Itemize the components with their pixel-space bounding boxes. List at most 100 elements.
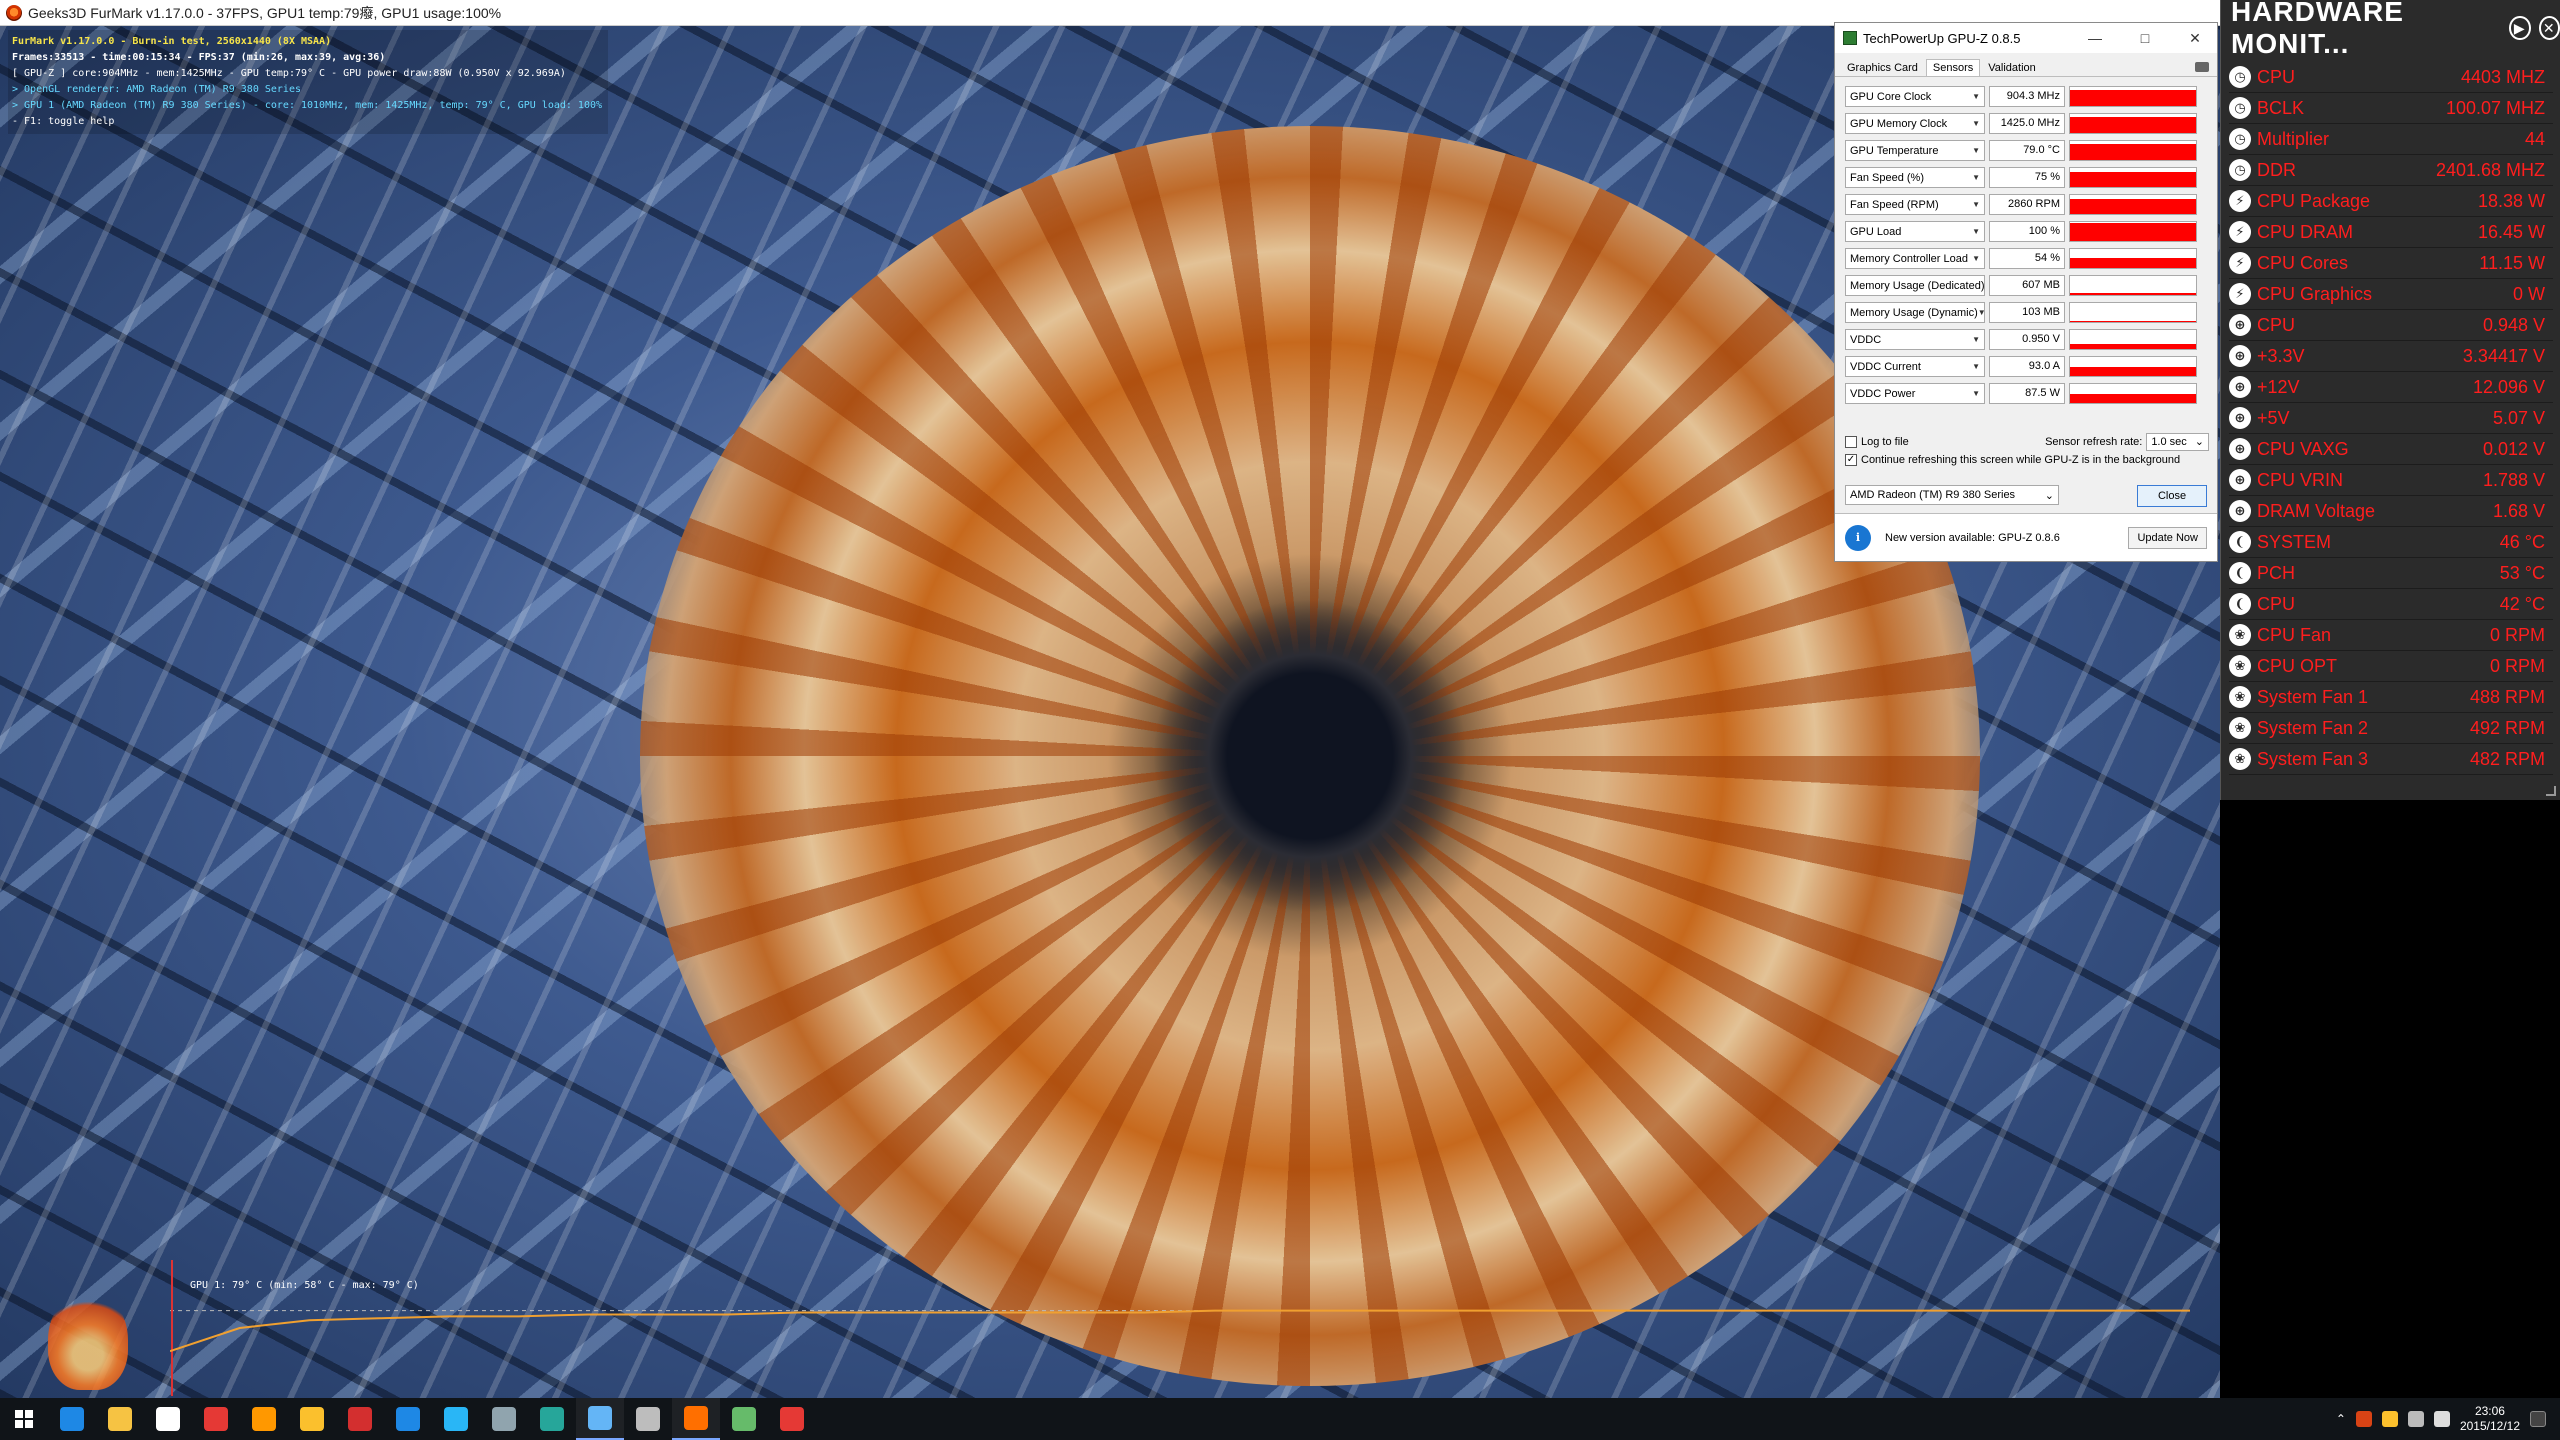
clock-icon: ◷ <box>2229 128 2251 150</box>
sensor-name-select[interactable]: Memory Usage (Dedicated)▼ <box>1845 275 1985 296</box>
reading-label: CPU Graphics <box>2257 283 2373 304</box>
gpuz-titlebar[interactable]: TechPowerUp GPU-Z 0.8.5 — □ ✕ <box>1835 23 2217 53</box>
taskbar-app-circle-red[interactable] <box>336 1398 384 1440</box>
app-photo-icon <box>636 1407 660 1431</box>
chevron-down-icon: ⌄ <box>2194 436 2204 448</box>
edge-icon <box>60 1407 84 1431</box>
maximize-icon[interactable]: □ <box>2123 23 2167 53</box>
hardware-monitor-panel[interactable]: HARDWARE MONIT... ▶ ✕ ◷ CPU 4403 MHZ ◷ BCLK 1… <box>2220 0 2560 800</box>
taskbar-app-cat[interactable] <box>240 1398 288 1440</box>
taskbar-app-green[interactable] <box>720 1398 768 1440</box>
tray-app-icon[interactable] <box>2381 1411 2398 1427</box>
sensor-graph-fill <box>2070 143 2196 160</box>
taskbar-file-explorer[interactable] <box>96 1398 144 1440</box>
sensor-row: GPU Memory Clock ▼ 1425.0 MHz <box>1845 110 2205 137</box>
taskbar-app-gpuz[interactable] <box>576 1398 624 1440</box>
voltage-icon: ⊕ <box>2229 469 2251 491</box>
close-icon[interactable]: ✕ <box>2538 16 2560 40</box>
sensor-name: GPU Temperature <box>1850 144 1939 157</box>
sensor-row: Fan Speed (RPM) ▼ 2860 RPM <box>1845 191 2205 218</box>
tray-app-icon[interactable] <box>2355 1411 2372 1427</box>
checkbox-checked-icon[interactable]: ✓ <box>1845 454 1857 466</box>
voltage-icon: ⊕ <box>2229 407 2251 429</box>
sensor-name-select[interactable]: GPU Memory Clock ▼ <box>1845 113 1985 134</box>
reading-label: CPU Package <box>2257 190 2371 211</box>
reading-label: +12V <box>2257 376 2300 397</box>
notifications-icon[interactable] <box>2530 1411 2546 1427</box>
temp-icon: ❨ <box>2229 593 2251 615</box>
voltage-icon: ⊕ <box>2229 314 2251 336</box>
sensor-reading-row: ❀ System Fan 3 482 RPM <box>2229 744 2553 775</box>
sensor-name: Fan Speed (%) <box>1850 171 1924 184</box>
sensor-name-select[interactable]: VDDC Power ▼ <box>1845 383 1985 404</box>
sensor-row: VDDC Current ▼ 93.0 A <box>1845 353 2205 380</box>
sensor-value: 0.950 V <box>1989 329 2065 350</box>
taskbar-furmark[interactable] <box>672 1398 720 1440</box>
sensor-value: 79.0 °C <box>1989 140 2065 161</box>
app-shield-icon <box>492 1407 516 1431</box>
taskbar-chrome[interactable] <box>288 1398 336 1440</box>
reading-value: 3.34417 V <box>2462 345 2545 366</box>
sensor-name-select[interactable]: Fan Speed (RPM) ▼ <box>1845 194 1985 215</box>
start-button[interactable] <box>0 1398 48 1440</box>
network-icon[interactable] <box>2407 1411 2424 1427</box>
sensor-row: Memory Usage (Dynamic) ▼ 103 MB <box>1845 299 2205 326</box>
taskbar-app-shield[interactable] <box>480 1398 528 1440</box>
refresh-rate-label: Sensor refresh rate: <box>2045 436 2143 448</box>
sensor-graph <box>2069 356 2197 377</box>
chevron-down-icon: ▼ <box>1972 227 1980 236</box>
checkbox-icon[interactable] <box>1845 436 1857 448</box>
sensor-name-select[interactable]: GPU Load ▼ <box>1845 221 1985 242</box>
taskbar-app-blue[interactable] <box>384 1398 432 1440</box>
clock[interactable]: 23:06 2015/12/12 <box>2460 1404 2520 1434</box>
sensor-name-select[interactable]: GPU Core Clock ▼ <box>1845 86 1985 107</box>
close-button[interactable]: Close <box>2137 485 2207 507</box>
taskbar-app-bird[interactable] <box>432 1398 480 1440</box>
fan-icon: ❀ <box>2229 655 2251 677</box>
device-select[interactable]: AMD Radeon (TM) R9 380 Series ⌄ <box>1845 485 2059 505</box>
sensor-name-select[interactable]: VDDC Current ▼ <box>1845 356 1985 377</box>
sensor-graph-fill <box>2070 321 2196 322</box>
tab-validation[interactable]: Validation <box>1982 60 2042 76</box>
taskbar-app-red[interactable] <box>192 1398 240 1440</box>
sensor-name-select[interactable]: Memory Usage (Dynamic) ▼ <box>1845 302 1985 323</box>
reading-value: 12.096 V <box>2472 376 2545 397</box>
chevron-up-icon[interactable]: ⌃ <box>2336 1412 2346 1426</box>
sensor-graph-fill <box>2070 292 2196 295</box>
tab-graphics-card[interactable]: Graphics Card <box>1841 60 1924 76</box>
taskbar-app-photo[interactable] <box>624 1398 672 1440</box>
update-now-button[interactable]: Update Now <box>2128 526 2207 549</box>
gpuz-window[interactable]: TechPowerUp GPU-Z 0.8.5 — □ ✕ Graphics C… <box>1834 22 2218 562</box>
close-icon[interactable]: ✕ <box>2173 23 2217 53</box>
update-notice-text: New version available: GPU-Z 0.8.6 <box>1885 531 2060 544</box>
sensor-name-select[interactable]: GPU Temperature ▼ <box>1845 140 1985 161</box>
camera-icon[interactable] <box>2195 62 2209 72</box>
reading-value: 0 RPM <box>2489 655 2545 676</box>
continue-refresh-checkbox[interactable]: ✓ Continue refreshing this screen while … <box>1845 451 2209 469</box>
taskbar-store[interactable] <box>144 1398 192 1440</box>
continue-refresh-label: Continue refreshing this screen while GP… <box>1861 454 2181 466</box>
sensor-name-select[interactable]: Fan Speed (%) ▼ <box>1845 167 1985 188</box>
refresh-rate-select[interactable]: 1.0 sec ⌄ <box>2146 433 2209 451</box>
sensor-row: GPU Temperature ▼ 79.0 °C <box>1845 137 2205 164</box>
sensor-name-select[interactable]: VDDC ▼ <box>1845 329 1985 350</box>
reading-value: 488 RPM <box>2469 686 2545 707</box>
taskbar-app-red-dot[interactable] <box>768 1398 816 1440</box>
reading-value: 100.07 MHZ <box>2445 97 2545 118</box>
app-terminal-icon <box>540 1407 564 1431</box>
volume-icon[interactable] <box>2433 1411 2450 1427</box>
taskbar-edge[interactable] <box>48 1398 96 1440</box>
taskbar-app-terminal[interactable] <box>528 1398 576 1440</box>
chevron-down-icon: ⌄ <box>2044 489 2054 502</box>
osd-line: [ GPU-Z ] core:904MHz - mem:1425MHz - GP… <box>12 68 566 79</box>
sensor-graph-fill <box>2070 366 2196 376</box>
resize-grip-icon[interactable] <box>2546 786 2556 796</box>
tab-sensors[interactable]: Sensors <box>1925 59 1981 76</box>
sensor-name-select[interactable]: Memory Controller Load ▼ <box>1845 248 1985 269</box>
minimize-icon[interactable]: — <box>2073 23 2117 53</box>
chevron-down-icon: ▼ <box>1972 335 1980 344</box>
clock-icon: ◷ <box>2229 97 2251 119</box>
sensor-row: VDDC ▼ 0.950 V <box>1845 326 2205 353</box>
sensor-reading-row: ❨ SYSTEM 46 °C <box>2229 527 2553 558</box>
settings-icon[interactable]: ▶ <box>2509 16 2531 40</box>
